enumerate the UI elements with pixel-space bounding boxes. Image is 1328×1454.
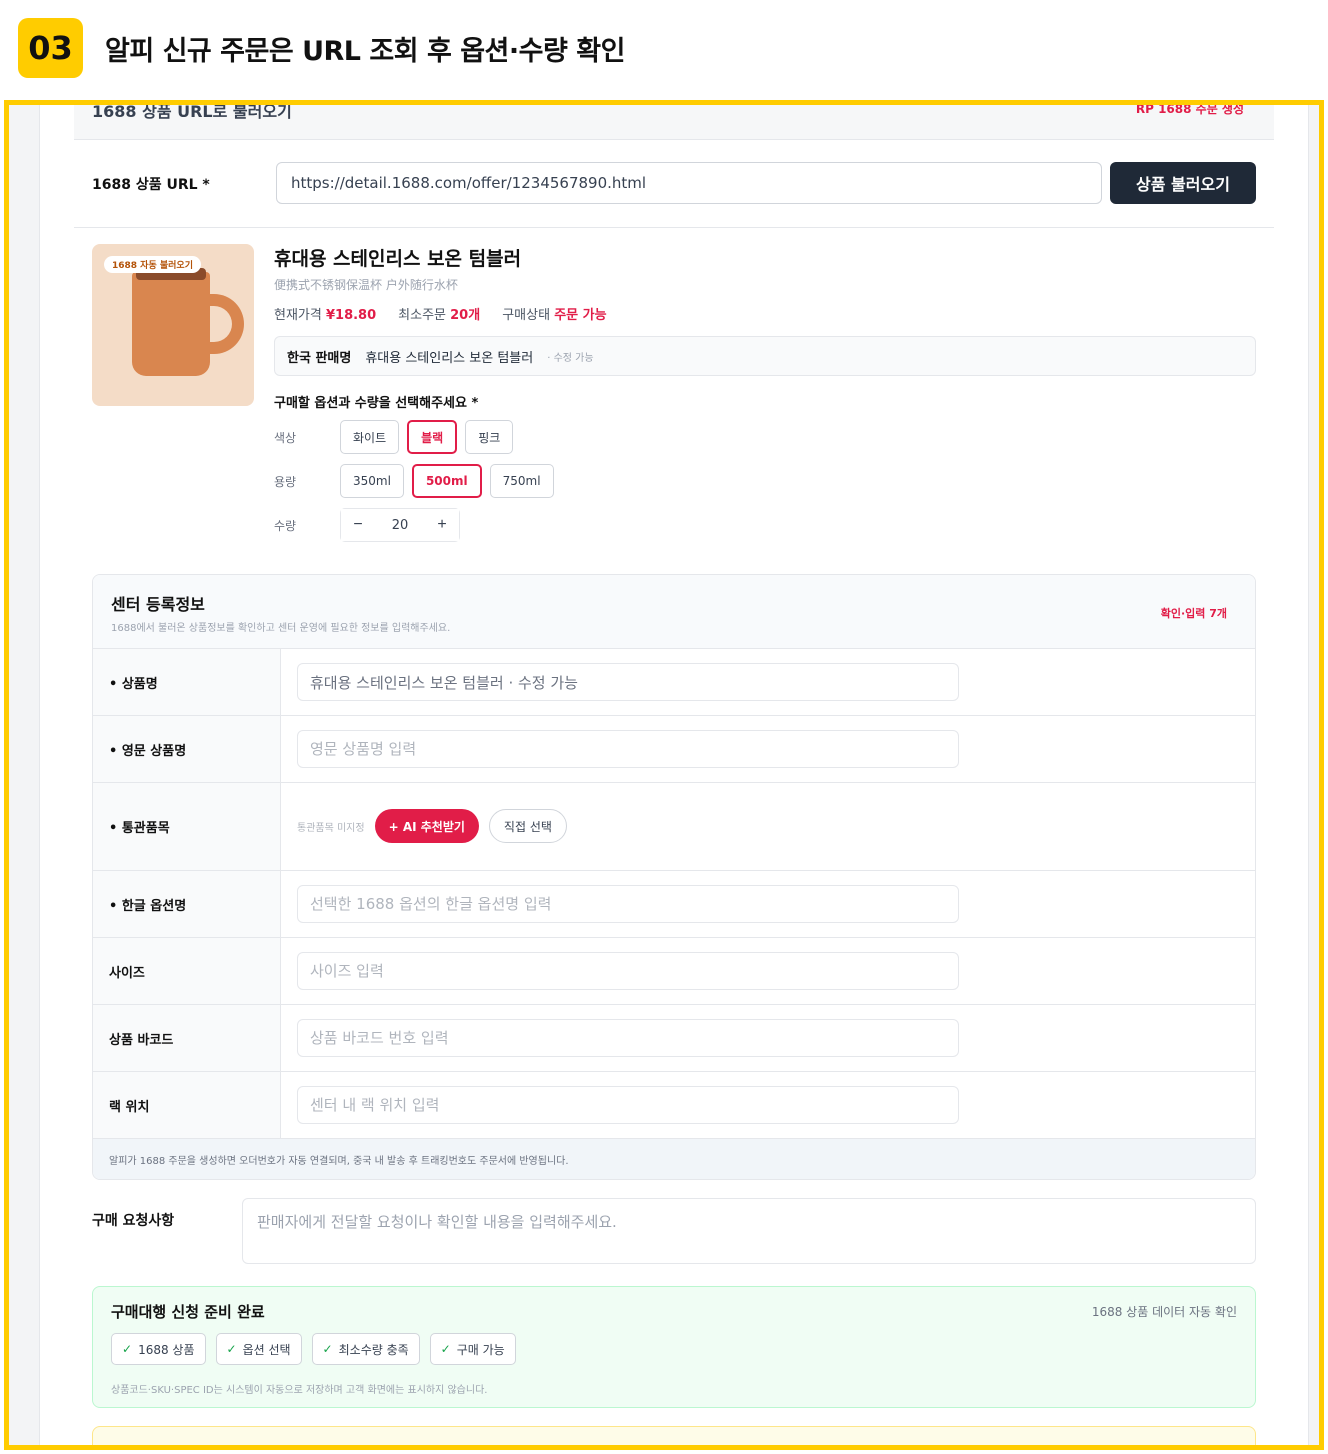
check-chip-option: ✓ 옵션 선택 bbox=[215, 1333, 302, 1365]
field-row-kor-option: • 한글 옵션명 bbox=[93, 871, 1255, 938]
quantity-plus-button[interactable]: + bbox=[425, 509, 459, 541]
url-row: 1688 상품 URL * 상품 불러오기 bbox=[74, 142, 1274, 228]
field-row-size: 사이즈 bbox=[93, 938, 1255, 1005]
barcode-input[interactable] bbox=[297, 1019, 959, 1057]
options-title: 구매할 옵션과 수량을 선택해주세요 * bbox=[274, 396, 479, 411]
ready-note: 1688 상품 데이터 자동 확인 bbox=[1091, 1305, 1237, 1319]
direct-select-button[interactable]: 직접 선택 bbox=[488, 809, 567, 843]
url-label: 1688 상품 URL * bbox=[92, 177, 210, 193]
moq-value: 20개 bbox=[450, 308, 481, 323]
quantity-label: 수량 bbox=[274, 518, 297, 533]
capacity-option-750[interactable]: 750ml bbox=[489, 464, 554, 498]
price-value: ¥18.80 bbox=[325, 308, 377, 323]
check-icon: ✓ bbox=[226, 1342, 237, 1356]
field-row-rack: 랙 위치 bbox=[93, 1072, 1255, 1139]
korean-seller-note: · 수정 가능 bbox=[547, 352, 594, 364]
korean-seller-value: 휴대용 스테인리스 보온 텀블러 bbox=[365, 350, 534, 366]
center-registration-panel: 센터 등록정보 1688에서 불러온 상품정보를 확인하고 센터 운영에 필요한… bbox=[92, 574, 1256, 1180]
thumbnail-tag: 1688 자동 불러오기 bbox=[104, 256, 201, 273]
step-number-badge: 03 bbox=[18, 18, 83, 78]
check-chip-available: ✓ 구매 가능 bbox=[429, 1333, 516, 1365]
step-title: 알피 신규 주문은 URL 조회 후 옵션·수량 확인 bbox=[105, 35, 625, 67]
hs-unassigned-text: 통관품목 미지정 bbox=[297, 822, 365, 834]
quantity-minus-button[interactable]: − bbox=[341, 509, 375, 541]
field-label-rack: 랙 위치 bbox=[93, 1072, 281, 1138]
check-icon: ✓ bbox=[322, 1342, 333, 1356]
url-input[interactable] bbox=[276, 162, 1102, 204]
price-info: 현재가격 ¥18.80 bbox=[274, 308, 377, 323]
moq-info: 최소주문 20개 bbox=[398, 308, 481, 323]
ready-title: 구매대행 신청 준비 완료 bbox=[111, 1303, 265, 1321]
ready-footer-note: 상품코드·SKU·SPEC ID는 시스템이 자동으로 저장하며 고객 화면에는… bbox=[111, 1385, 488, 1396]
center-title: 센터 등록정보 bbox=[111, 595, 205, 614]
field-label-hs: • 통관품목 bbox=[93, 783, 281, 870]
center-header: 센터 등록정보 1688에서 불러온 상품정보를 확인하고 센터 운영에 필요한… bbox=[93, 575, 1255, 649]
quantity-row: 수량 − 20 + bbox=[274, 508, 460, 542]
field-label-eng-name: • 영문 상품명 bbox=[93, 716, 281, 782]
request-label: 구매 요청사항 bbox=[92, 1213, 175, 1229]
status-value: 주문 가능 bbox=[554, 308, 607, 323]
capacity-option-row: 용량 350ml 500ml 750ml bbox=[274, 464, 562, 498]
ai-recommend-button[interactable]: + AI 추천받기 bbox=[374, 809, 479, 843]
capacity-option-350[interactable]: 350ml bbox=[340, 464, 404, 498]
ready-panel: 구매대행 신청 준비 완료 1688 상품 데이터 자동 확인 ✓ 1688 상품… bbox=[92, 1286, 1256, 1408]
korean-seller-name-box: 한국 판매명 휴대용 스테인리스 보온 텀블러 · 수정 가능 bbox=[274, 336, 1256, 376]
highlight-frame: 1688 상품 URL로 불러오기 RP 1688 주문 생성 1688 상품 … bbox=[4, 100, 1324, 1450]
mug-body bbox=[132, 272, 210, 376]
korean-seller-label: 한국 판매명 bbox=[287, 350, 352, 366]
hs-controls: 통관품목 미지정 + AI 추천받기 직접 선택 bbox=[297, 809, 567, 843]
color-label: 색상 bbox=[274, 430, 297, 445]
rack-input[interactable] bbox=[297, 1086, 959, 1124]
quantity-value[interactable]: 20 bbox=[375, 518, 425, 533]
field-label-size: 사이즈 bbox=[93, 938, 281, 1004]
center-footer-note: 알피가 1688 주문을 생성하면 오더번호가 자동 연결되며, 중국 내 발송… bbox=[93, 1139, 1255, 1179]
field-row-hs: • 통관품목 통관품목 미지정 + AI 추천받기 직접 선택 bbox=[93, 783, 1255, 871]
kor-option-input[interactable] bbox=[297, 885, 959, 923]
panel-note: RP 1688 주문 생성 bbox=[1135, 102, 1244, 116]
order-form-sheet: 1688 상품 URL로 불러오기 RP 1688 주문 생성 1688 상품 … bbox=[39, 102, 1309, 1445]
capacity-option-500[interactable]: 500ml bbox=[411, 464, 482, 498]
field-label-kor-option: • 한글 옵션명 bbox=[93, 871, 281, 937]
panel-header: 1688 상품 URL로 불러오기 RP 1688 주문 생성 bbox=[74, 102, 1274, 140]
product-thumbnail: 1688 자동 불러오기 bbox=[92, 244, 254, 406]
step-header: 03 알피 신규 주문은 URL 조회 후 옵션·수량 확인 bbox=[18, 18, 625, 78]
check-chip-product: ✓ 1688 상품 bbox=[111, 1333, 206, 1365]
size-input[interactable] bbox=[297, 952, 959, 990]
field-label-barcode: 상품 바코드 bbox=[93, 1005, 281, 1071]
field-row-barcode: 상품 바코드 bbox=[93, 1005, 1255, 1072]
color-option-row: 색상 화이트 블랙 핑크 bbox=[274, 420, 521, 454]
color-option-black[interactable]: 블랙 bbox=[407, 420, 458, 454]
eng-name-input[interactable] bbox=[297, 730, 959, 768]
quantity-stepper: − 20 + bbox=[340, 508, 460, 542]
field-row-eng-name: • 영문 상품명 bbox=[93, 716, 1255, 783]
product-name: 휴대용 스테인리스 보온 텀블러 bbox=[274, 248, 522, 270]
product-name-input[interactable] bbox=[297, 663, 959, 701]
color-option-pink[interactable]: 핑크 bbox=[465, 420, 514, 454]
center-description: 1688에서 불러온 상품정보를 확인하고 센터 운영에 필요한 정보를 입력해… bbox=[111, 623, 451, 634]
color-option-white[interactable]: 화이트 bbox=[340, 420, 400, 454]
product-meta: 현재가격 ¥18.80 최소주문 20개 구매상태 주문 가능 bbox=[274, 304, 607, 323]
bottom-notice-panel bbox=[92, 1426, 1256, 1445]
field-label-product-name: • 상품명 bbox=[93, 649, 281, 715]
check-icon: ✓ bbox=[440, 1342, 451, 1356]
check-icon: ✓ bbox=[122, 1342, 133, 1356]
capacity-label: 용량 bbox=[274, 474, 297, 489]
status-info: 구매상태 주문 가능 bbox=[502, 308, 607, 323]
product-chinese-name: 便携式不锈钢保温杯 户外随行水杯 bbox=[274, 278, 458, 292]
request-textarea[interactable] bbox=[242, 1198, 1256, 1264]
product-summary: 1688 자동 불러오기 휴대용 스테인리스 보온 텀블러 便携式不锈钢保温杯 … bbox=[74, 228, 1274, 568]
check-chip-moq: ✓ 최소수량 충족 bbox=[311, 1333, 420, 1365]
field-row-product-name: • 상품명 bbox=[93, 649, 1255, 716]
ready-checklist: ✓ 1688 상품 ✓ 옵션 선택 ✓ 최소수량 충족 ✓ 구매 가능 bbox=[111, 1333, 516, 1365]
load-product-button[interactable]: 상품 불러오기 bbox=[1110, 162, 1256, 204]
panel-title: 1688 상품 URL로 불러오기 bbox=[92, 102, 292, 121]
center-badge: 확인·입력 7개 bbox=[1160, 607, 1227, 620]
